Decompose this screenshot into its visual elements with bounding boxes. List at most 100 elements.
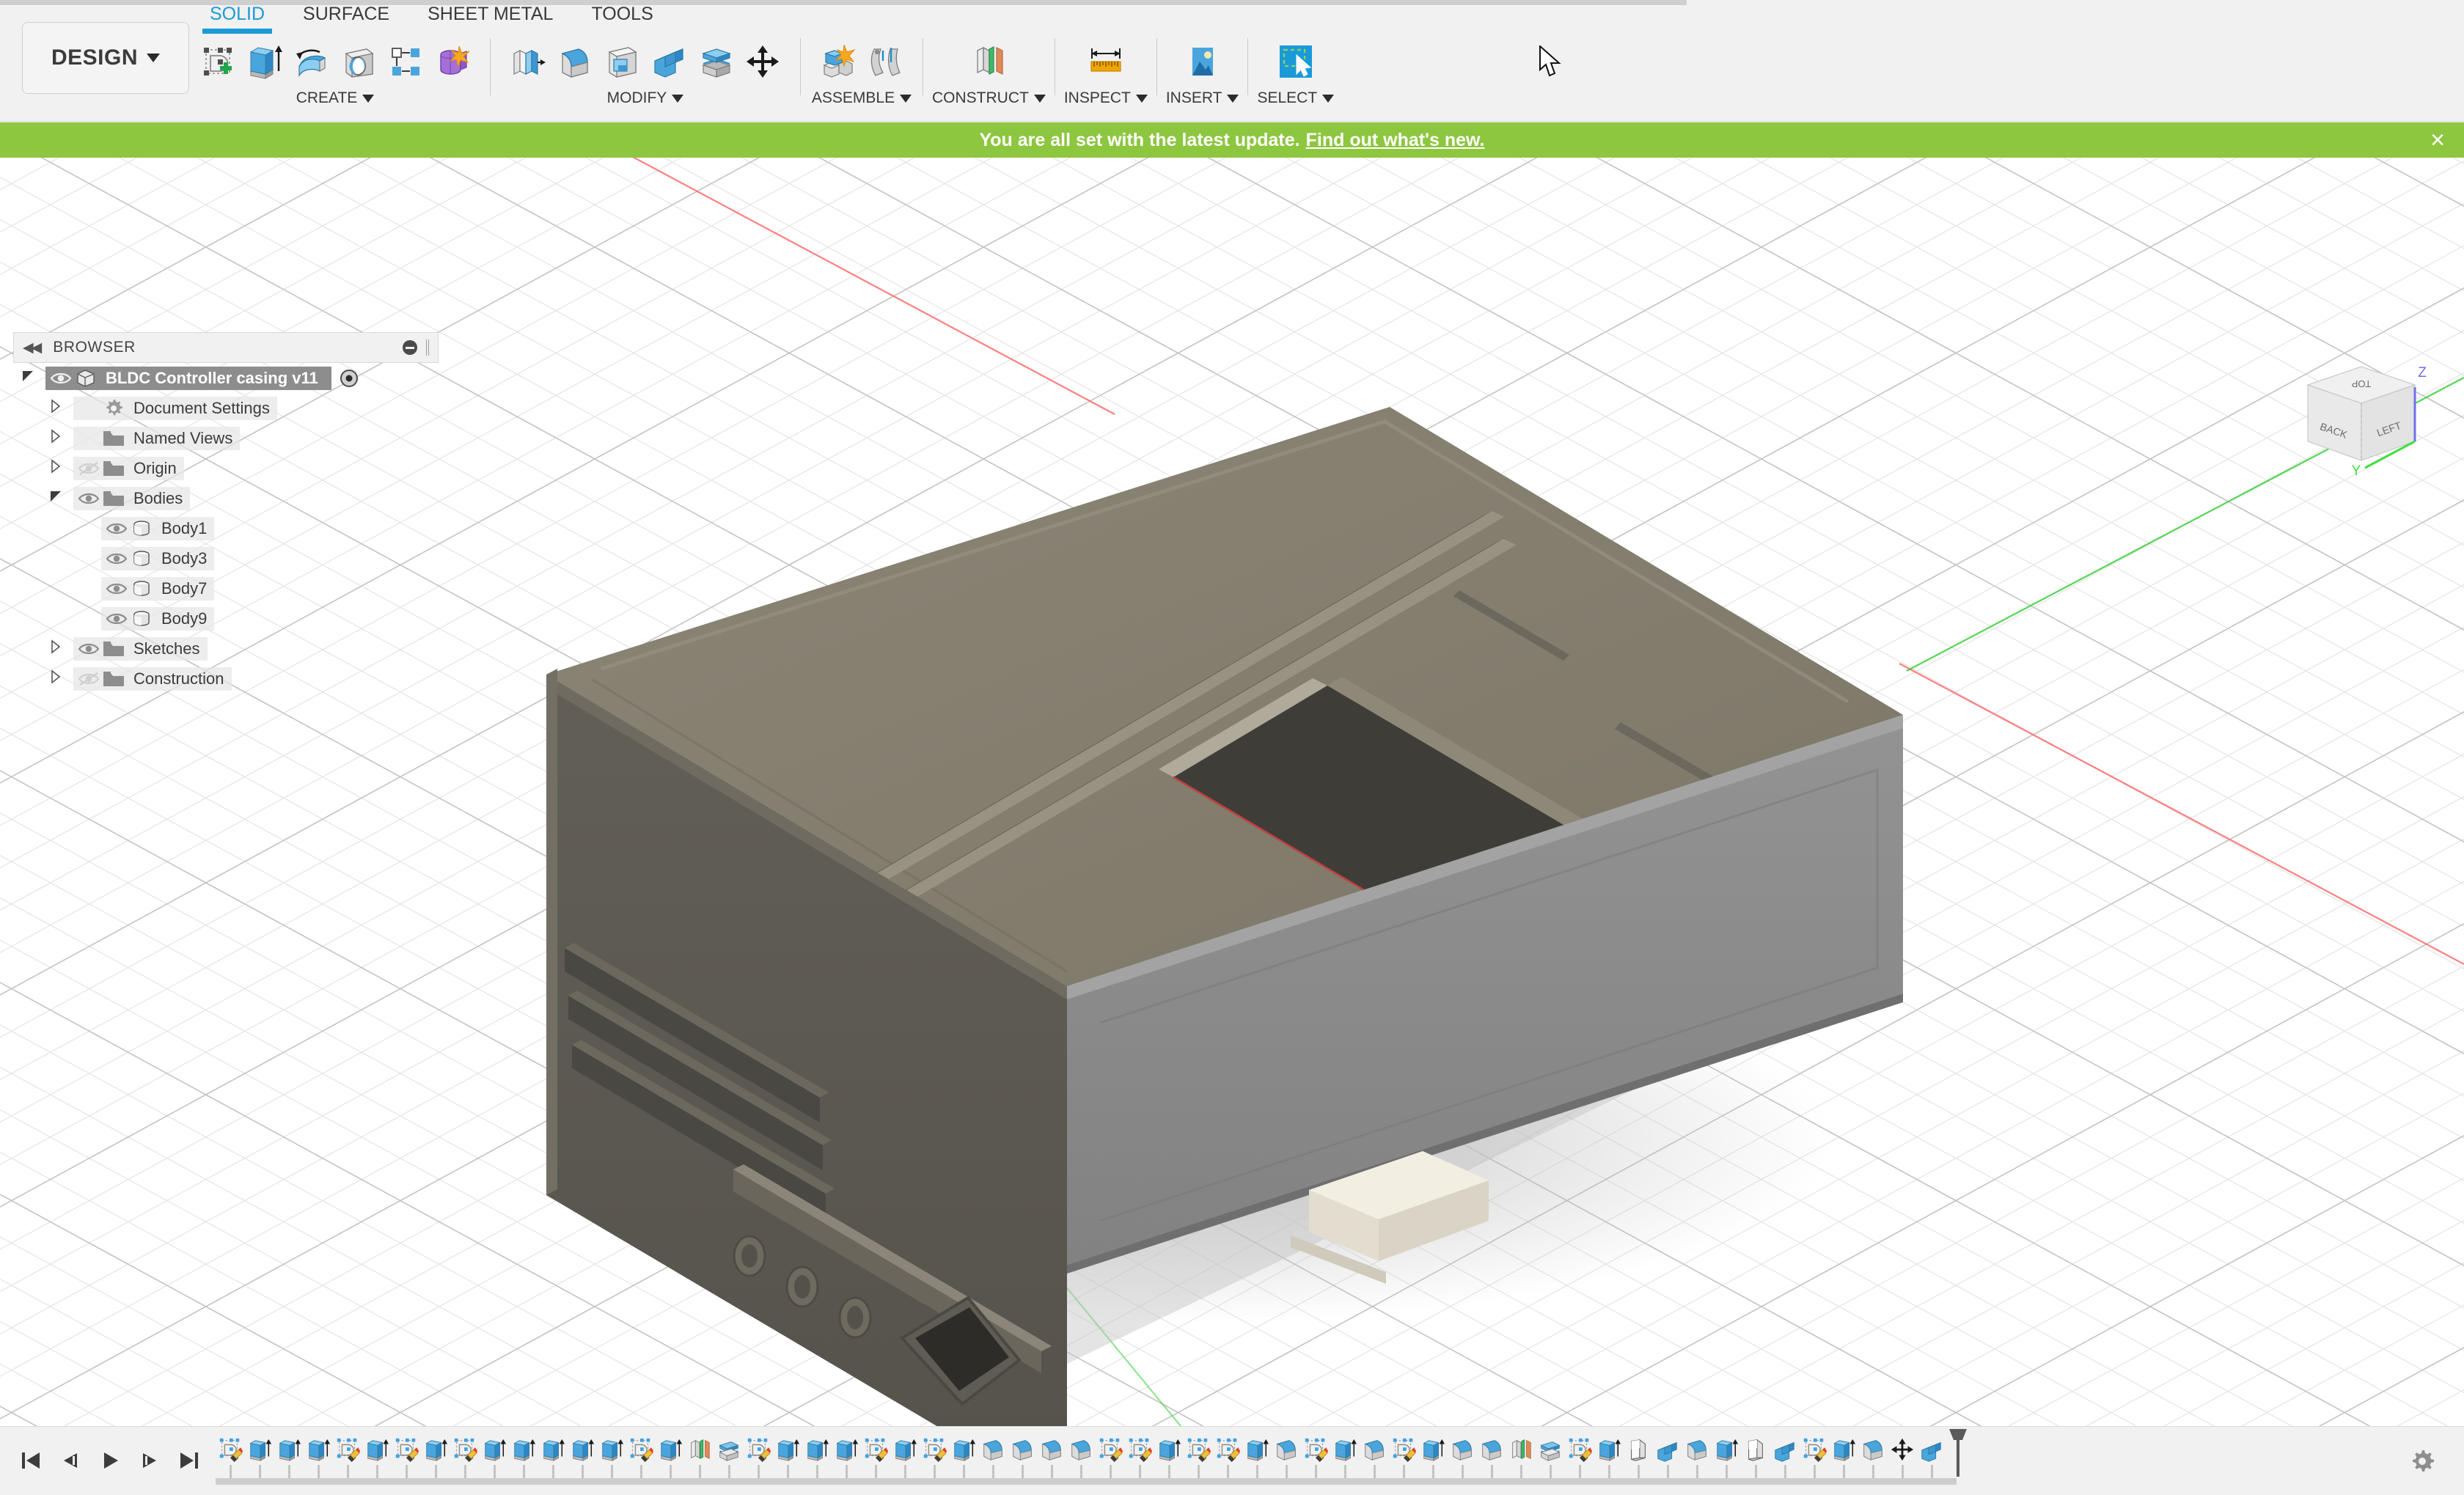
collapse-left-icon[interactable]: ◀◀ [23,339,40,356]
timeline-feature-fillet[interactable] [978,1434,1008,1487]
browser-tree-item[interactable]: Named Views [13,423,439,453]
timeline-feature-extrude[interactable] [1829,1434,1858,1487]
tree-item-content[interactable]: Body3 [101,547,214,570]
3d-viewport[interactable]: TOP BACK LEFT Z Y ◀◀ BROWSER BLDC Contro… [0,158,2464,1426]
timeline-feature-move[interactable] [1888,1434,1917,1487]
timeline-feature-extrude[interactable] [1594,1434,1624,1487]
timeline-feature-fillet[interactable] [1360,1434,1389,1487]
timeline-feature-extrude[interactable] [480,1434,509,1487]
timeline-feature-extrude[interactable] [949,1434,978,1487]
combine-icon[interactable] [646,39,692,84]
timeline-feature-fillet[interactable] [1858,1434,1888,1487]
browser-panel[interactable]: ◀◀ BROWSER BLDC Controller casing v11Doc… [13,332,439,694]
play-icon[interactable] [95,1444,125,1477]
new-component-icon[interactable] [815,39,861,84]
timeline-feature-shell[interactable] [1536,1434,1565,1487]
timeline-feature-extrude[interactable] [362,1434,392,1487]
timeline-feature-sketch[interactable] [1565,1434,1594,1487]
panel-grip[interactable] [426,339,429,356]
notification-link[interactable]: Find out what's new. [1306,130,1485,151]
expand-arrow-down-icon[interactable] [21,369,45,388]
eye-visible-icon[interactable] [104,611,129,627]
workspace-switcher-button[interactable]: DESIGN [22,22,189,94]
timeline-feature-plane[interactable] [1506,1434,1536,1487]
timeline-feature-sketch[interactable] [626,1434,656,1487]
timeline-feature-sketch[interactable] [1213,1434,1242,1487]
timeline-feature-fillet[interactable] [1682,1434,1712,1487]
timeline-feature-sketch[interactable] [216,1434,245,1487]
timeline-bar[interactable] [0,1426,2464,1494]
tree-item-content[interactable]: Origin [73,457,184,480]
tree-item-content[interactable]: BLDC Controller casing v11 [45,367,331,390]
eye-hidden-icon[interactable] [76,460,101,477]
close-icon[interactable]: × [2430,127,2445,153]
step-forward-icon[interactable] [135,1444,164,1477]
timeline-features[interactable] [216,1434,1946,1487]
eye-visible-icon[interactable] [104,521,129,537]
eye-visible-icon[interactable] [104,581,129,597]
timeline-feature-sketch[interactable] [920,1434,949,1487]
timeline-feature-combine[interactable] [1770,1434,1800,1487]
browser-tree-item[interactable]: Document Settings [13,393,439,423]
offset-plane-icon[interactable] [966,39,1011,84]
timeline-feature-sketch[interactable] [1800,1434,1829,1487]
timeline-feature-fillet[interactable] [1037,1434,1066,1487]
select-window-icon[interactable] [1273,39,1319,84]
timeline-marker[interactable] [1948,1428,1968,1480]
timeline-feature-revolve[interactable] [1624,1434,1653,1487]
timeline-feature-fillet[interactable] [1477,1434,1506,1487]
revolve-icon[interactable] [289,39,334,84]
split-face-icon[interactable] [693,39,738,84]
timeline-feature-extrude[interactable] [832,1434,861,1487]
tab-tools[interactable]: TOOLS [572,4,672,25]
timeline-feature-extrude[interactable] [1154,1434,1184,1487]
viewcube[interactable]: TOP BACK LEFT Z Y [2292,352,2431,488]
expand-arrow-right-icon[interactable] [48,459,73,478]
new-sketch-icon[interactable] [195,39,241,84]
timeline-playback-controls[interactable] [0,1444,216,1477]
browser-tree-item[interactable]: BLDC Controller casing v11 [13,363,439,393]
joint-icon[interactable] [862,39,908,84]
browser-tree-item[interactable]: Bodies [13,483,439,513]
extrude-icon[interactable] [242,39,287,84]
shell-icon[interactable] [599,39,645,84]
eye-visible-icon[interactable] [48,370,73,386]
timeline-feature-fillet[interactable] [1272,1434,1301,1487]
timeline-feature-extrude[interactable] [1242,1434,1272,1487]
timeline-feature-extrude[interactable] [421,1434,450,1487]
timeline-feature-extrude[interactable] [773,1434,802,1487]
timeline-feature-combine[interactable] [1917,1434,1946,1487]
timeline-feature-extrude[interactable] [802,1434,832,1487]
timeline-feature-extrude[interactable] [1418,1434,1448,1487]
timeline-feature-fillet[interactable] [1066,1434,1096,1487]
browser-tree-item[interactable]: Body3 [13,543,439,573]
timeline-feature-extrude[interactable] [509,1434,538,1487]
timeline-feature-extrude[interactable] [656,1434,685,1487]
form-icon[interactable] [430,39,475,84]
timeline-feature-plane[interactable] [685,1434,714,1487]
insert-image-icon[interactable] [1180,39,1225,84]
timeline-feature-revolve[interactable] [1741,1434,1770,1487]
measure-icon[interactable] [1083,39,1129,84]
tree-item-content[interactable]: Body9 [101,607,214,631]
timeline-feature-extrude[interactable] [245,1434,274,1487]
tree-item-content[interactable]: Sketches [73,637,208,661]
browser-tree-item[interactable]: Sketches [13,633,439,664]
timeline-feature-sketch[interactable] [450,1434,480,1487]
eye-visible-icon[interactable] [76,641,101,657]
expand-arrow-right-icon[interactable] [48,639,73,658]
tree-item-content[interactable]: Body7 [101,577,214,600]
step-back-icon[interactable] [56,1444,85,1477]
timeline-feature-shell[interactable] [714,1434,744,1487]
tree-item-content[interactable]: Construction [73,667,232,691]
timeline-feature-sketch[interactable] [1389,1434,1418,1487]
timeline-feature-sketch[interactable] [392,1434,421,1487]
eye-visible-icon[interactable] [76,491,101,507]
timeline-track[interactable] [216,1427,2464,1495]
timeline-feature-extrude[interactable] [538,1434,568,1487]
tree-item-content[interactable]: Document Settings [73,397,277,420]
browser-tree-item[interactable]: Body1 [13,513,439,543]
tab-sheet-metal[interactable]: SHEET METAL [408,4,572,25]
timeline-feature-extrude[interactable] [1330,1434,1360,1487]
minimize-icon[interactable] [403,340,417,355]
